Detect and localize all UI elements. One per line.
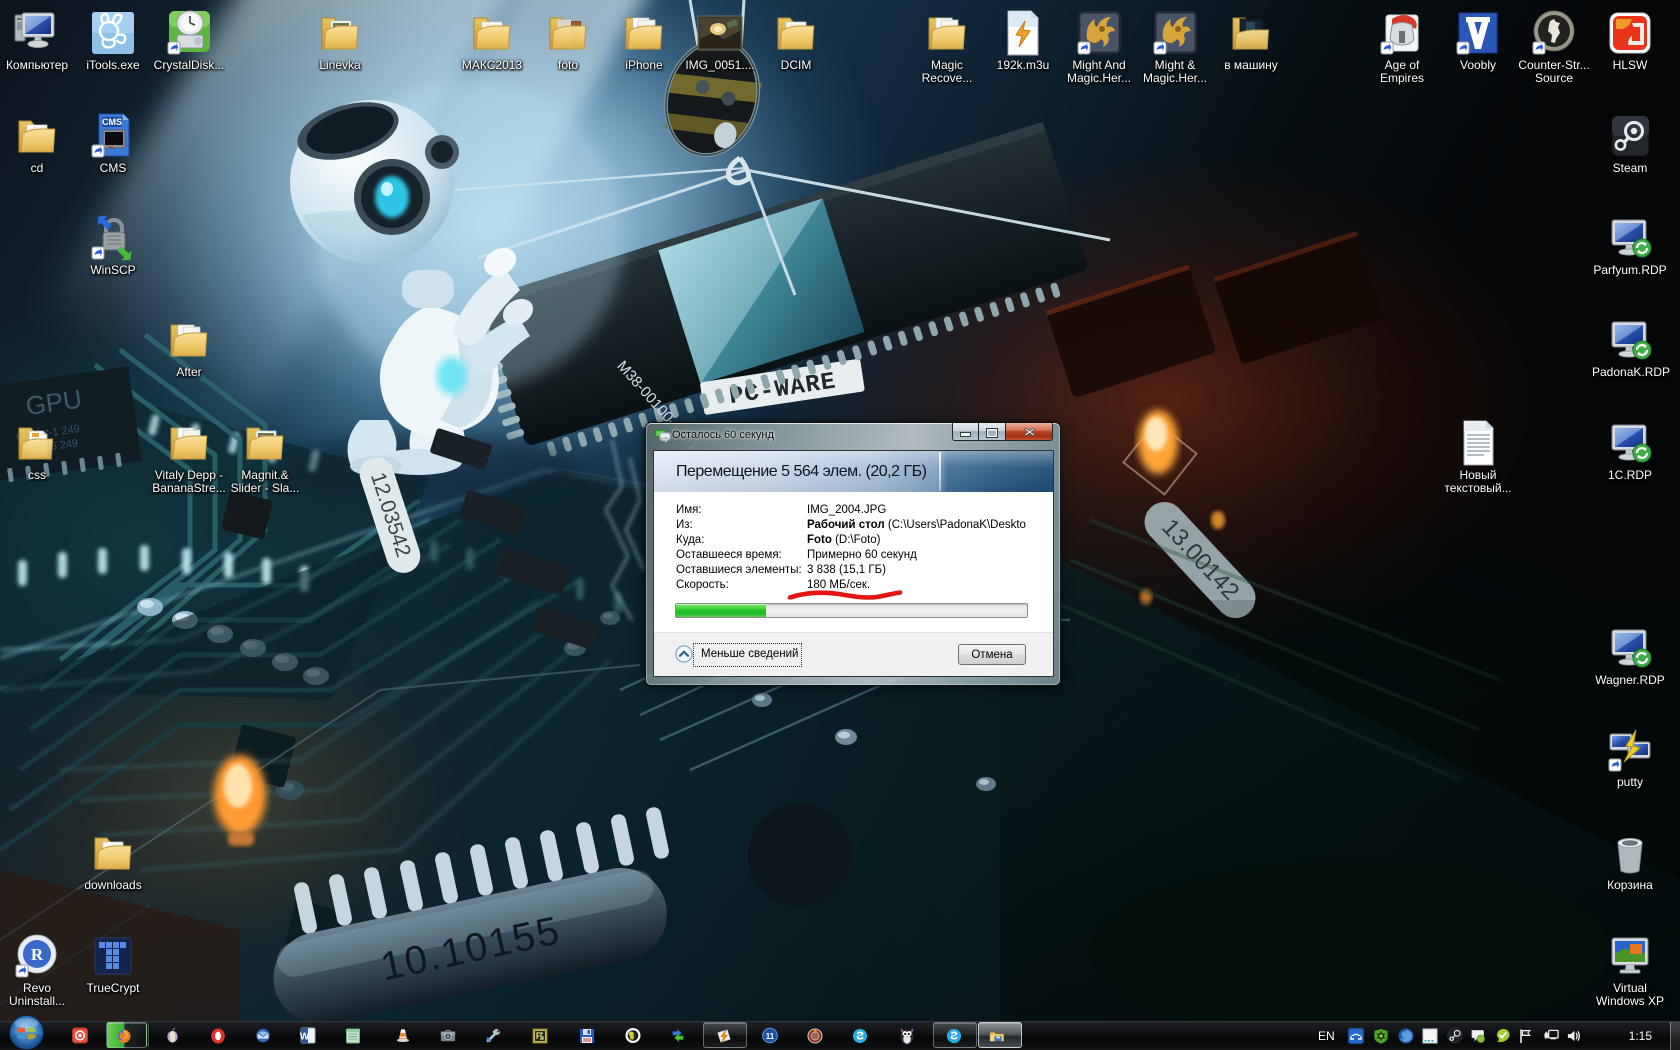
svg-text:13.00142: 13.00142: [1156, 514, 1244, 606]
